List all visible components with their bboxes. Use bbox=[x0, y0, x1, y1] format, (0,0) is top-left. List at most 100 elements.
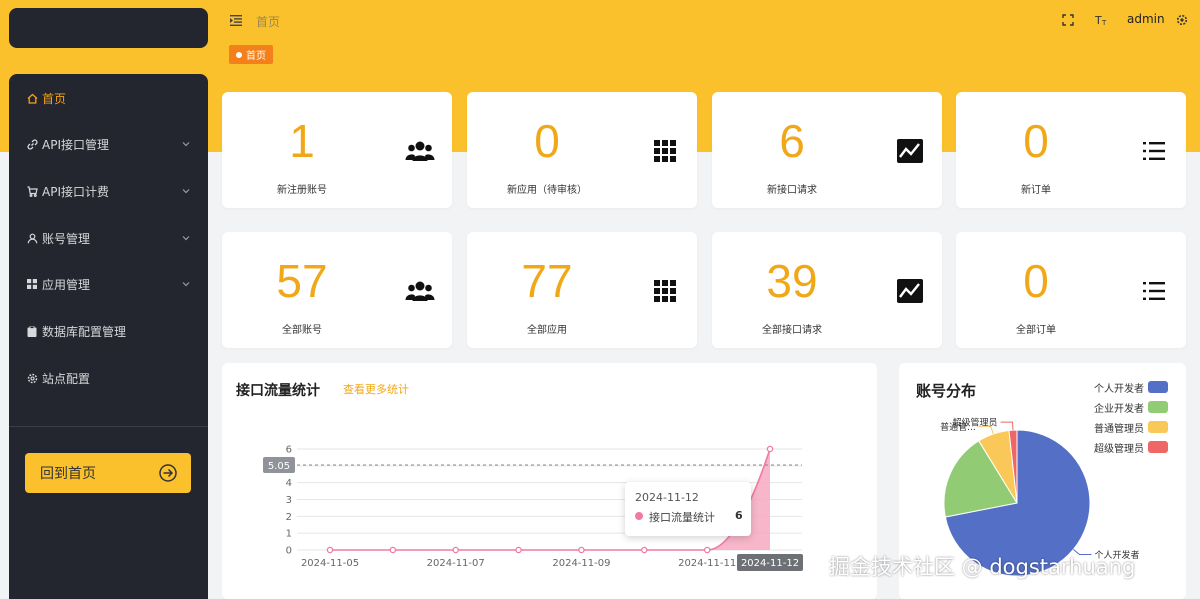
sidebar-item-site-config[interactable]: 站点配置 bbox=[9, 358, 208, 398]
data-point bbox=[766, 445, 774, 453]
stat-card-all-orders: 0 全部订单 bbox=[956, 232, 1186, 348]
legend-item-enterprise[interactable]: 企业开发者 bbox=[1094, 400, 1168, 415]
sidebar-item-api-billing[interactable]: API接口计费 bbox=[9, 171, 208, 211]
legend-label: 个人开发者 bbox=[1094, 383, 1144, 395]
sidebar-item-home[interactable]: 首页 bbox=[9, 78, 208, 118]
watermark: 掘金技术社区 @ dogstarhuang bbox=[829, 555, 1136, 579]
legend-item-superadmin[interactable]: 超级管理员 bbox=[1094, 440, 1168, 455]
chart-tooltip: 2024-11-12 接口流量统计 6 bbox=[625, 482, 751, 536]
users-icon bbox=[405, 279, 435, 303]
list-icon bbox=[1139, 279, 1169, 303]
stat-card-new-requests: 6 新接口请求 bbox=[712, 92, 942, 208]
stat-value: 39 bbox=[766, 255, 818, 307]
stat-card-all-requests: 39 全部接口请求 bbox=[712, 232, 942, 348]
x-tick-label: 2024-11-11 bbox=[678, 558, 736, 569]
fullscreen-icon[interactable] bbox=[1061, 13, 1075, 27]
pointer-date-label: 2024-11-12 bbox=[741, 558, 799, 569]
stat-label: 全部接口请求 bbox=[762, 325, 822, 336]
legend-label: 普通管理员 bbox=[1094, 423, 1144, 435]
cart-icon bbox=[25, 184, 39, 198]
legend-item-admin[interactable]: 普通管理员 bbox=[1094, 420, 1168, 435]
apps-icon bbox=[25, 277, 39, 291]
legend-swatch bbox=[1148, 421, 1168, 433]
stat-label: 新订单 bbox=[1021, 185, 1051, 196]
list-icon bbox=[1139, 139, 1169, 163]
tab-home[interactable]: 首页 bbox=[229, 45, 273, 64]
back-home-button[interactable]: 回到首页 bbox=[25, 453, 191, 493]
data-point bbox=[703, 546, 711, 554]
stat-card-new-apps: 0 新应用（待审核） bbox=[467, 92, 697, 208]
data-point bbox=[515, 546, 522, 554]
trend-icon bbox=[895, 139, 925, 163]
link-icon bbox=[25, 137, 39, 151]
tooltip-series: 接口流量统计 bbox=[649, 511, 715, 524]
legend-swatch bbox=[1148, 401, 1168, 413]
sidebar-item-label: 首页 bbox=[42, 91, 67, 106]
font-size-icon[interactable]: TT bbox=[1094, 12, 1110, 28]
tab-home-label: 首页 bbox=[246, 51, 266, 62]
stat-label: 全部应用 bbox=[527, 325, 567, 336]
trend-icon bbox=[895, 279, 925, 303]
stat-label: 新注册账号 bbox=[277, 185, 327, 196]
stat-value: 0 bbox=[1023, 115, 1049, 167]
user-name[interactable]: admin bbox=[1127, 12, 1165, 26]
stat-label: 新接口请求 bbox=[767, 185, 817, 196]
legend-label: 超级管理员 bbox=[1094, 443, 1144, 455]
legend-label: 企业开发者 bbox=[1094, 403, 1144, 415]
menu-fold-icon[interactable] bbox=[229, 13, 243, 27]
stat-card-new-orders: 0 新订单 bbox=[956, 92, 1186, 208]
y-tick-label: 0 bbox=[286, 546, 292, 557]
pointer-value-label: 5.05 bbox=[268, 461, 290, 472]
sidebar: 首页 API接口管理 API接口计费 账号管理 应用管理 数据库配置管理 站点配… bbox=[9, 74, 208, 599]
svg-text:T: T bbox=[1095, 14, 1102, 26]
sidebar-item-label: 站点配置 bbox=[42, 371, 91, 386]
y-tick-label: 1 bbox=[286, 529, 292, 540]
home-icon bbox=[25, 91, 39, 105]
stat-value: 1 bbox=[289, 115, 315, 167]
gear-icon bbox=[25, 371, 39, 385]
tooltip-marker bbox=[635, 512, 643, 520]
y-tick-label: 2 bbox=[286, 512, 292, 523]
sidebar-divider bbox=[9, 426, 208, 427]
users-icon bbox=[405, 139, 435, 163]
clipboard-icon bbox=[25, 324, 39, 338]
arrow-right-icon bbox=[159, 464, 177, 482]
sidebar-item-label: API接口管理 bbox=[42, 137, 109, 152]
data-point bbox=[641, 546, 648, 554]
stat-card-all-apps: 77 全部应用 bbox=[467, 232, 697, 348]
y-tick-label: 6 bbox=[286, 445, 292, 456]
sidebar-item-account-management[interactable]: 账号管理 bbox=[9, 218, 208, 258]
stat-value: 77 bbox=[521, 255, 573, 307]
stat-value: 0 bbox=[1023, 255, 1049, 307]
stat-value: 6 bbox=[779, 115, 805, 167]
tab-dot bbox=[236, 51, 242, 58]
sidebar-item-database-config[interactable]: 数据库配置管理 bbox=[9, 311, 208, 351]
y-tick-label: 3 bbox=[286, 495, 292, 506]
chevron-down-icon bbox=[182, 142, 190, 147]
sidebar-item-api-management[interactable]: API接口管理 bbox=[9, 124, 208, 164]
data-point bbox=[326, 546, 334, 554]
sidebar-item-label: API接口计费 bbox=[42, 184, 109, 199]
settings-gear-icon[interactable] bbox=[1175, 13, 1189, 27]
stat-card-new-accounts: 1 新注册账号 bbox=[222, 92, 452, 208]
stat-card-all-accounts: 57 全部账号 bbox=[222, 232, 452, 348]
traffic-line-chart[interactable]: 01234562024-11-052024-11-072024-11-09202… bbox=[222, 363, 877, 599]
breadcrumb[interactable]: 首页 bbox=[256, 13, 280, 30]
x-tick-label: 2024-11-09 bbox=[552, 558, 610, 569]
sidebar-item-label: 数据库配置管理 bbox=[42, 324, 127, 339]
legend-swatch bbox=[1148, 441, 1168, 453]
stat-label: 全部订单 bbox=[1016, 325, 1056, 336]
stat-label: 全部账号 bbox=[282, 325, 322, 336]
grid-icon bbox=[650, 139, 680, 163]
legend-item-personal[interactable]: 个人开发者 bbox=[1094, 380, 1168, 395]
chevron-down-icon bbox=[182, 189, 190, 194]
data-point bbox=[578, 546, 585, 554]
grid-icon bbox=[650, 279, 680, 303]
tooltip-date: 2024-11-12 bbox=[635, 491, 699, 504]
pie-label: 超级管理员 bbox=[953, 417, 998, 429]
logo-area bbox=[9, 8, 208, 48]
sidebar-item-app-management[interactable]: 应用管理 bbox=[9, 264, 208, 304]
user-icon bbox=[25, 231, 39, 245]
tooltip-value: 6 bbox=[735, 509, 743, 522]
back-home-label: 回到首页 bbox=[40, 466, 96, 482]
